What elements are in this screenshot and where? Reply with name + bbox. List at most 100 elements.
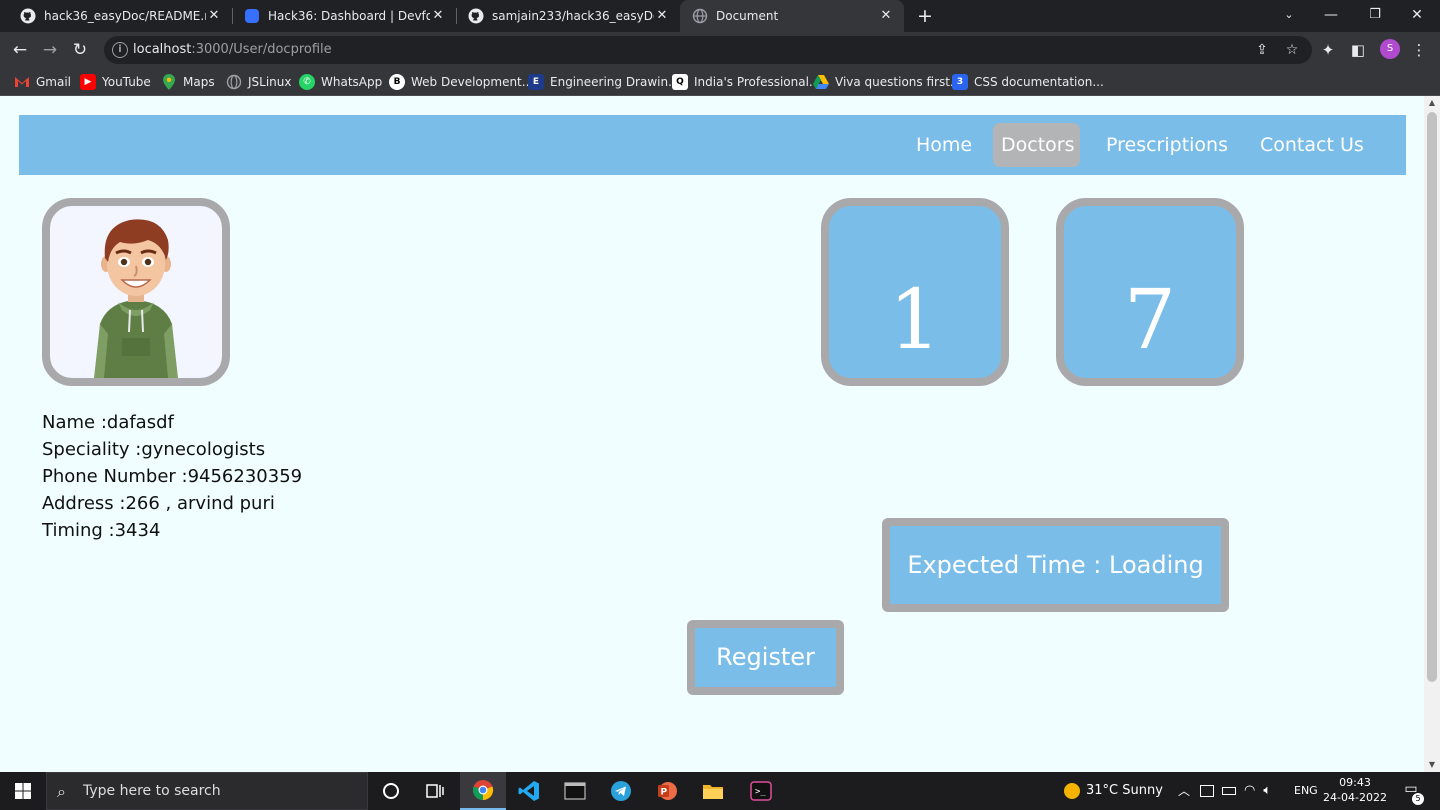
windows-start-icon[interactable] bbox=[0, 772, 46, 810]
doctor-avatar bbox=[42, 198, 230, 386]
screen: hack36_easyDoc/README.md at ✕ Hack36: Da… bbox=[0, 0, 1440, 810]
close-icon[interactable]: ✕ bbox=[878, 8, 894, 24]
gmail-icon bbox=[14, 74, 30, 90]
nav-link-contact-us[interactable]: Contact Us bbox=[1252, 123, 1372, 167]
bookmark-youtube[interactable]: ▶ YouTube bbox=[80, 72, 151, 92]
browser-tab-repo[interactable]: samjain233/hack36_easyDoc ✕ bbox=[456, 0, 680, 32]
expected-time-box: Expected Time : Loading bbox=[882, 518, 1229, 612]
devfolio-icon bbox=[244, 8, 260, 24]
bookmark-gmail[interactable]: Gmail bbox=[14, 72, 71, 92]
taskbar-search-box[interactable]: ⌕ Type here to search bbox=[46, 772, 368, 810]
github-icon bbox=[468, 8, 484, 24]
close-icon[interactable]: ✕ bbox=[654, 8, 670, 24]
notification-center-icon[interactable]: ▭ 5 bbox=[1400, 781, 1424, 805]
reload-icon[interactable]: ↻ bbox=[68, 38, 92, 62]
nav-link-doctors[interactable]: Doctors bbox=[993, 123, 1080, 167]
site-icon: B bbox=[389, 74, 405, 90]
file-explorer-taskbar-icon[interactable] bbox=[690, 772, 736, 810]
nav-link-home[interactable]: Home bbox=[908, 123, 980, 167]
nav-link-prescriptions[interactable]: Prescriptions bbox=[1098, 123, 1236, 167]
close-icon[interactable]: ✕ bbox=[206, 8, 222, 24]
drive-icon bbox=[813, 74, 829, 90]
bookmark-whatsapp[interactable]: ✆ WhatsApp bbox=[299, 72, 382, 92]
task-view-icon[interactable] bbox=[412, 772, 458, 810]
language-indicator[interactable]: ENG bbox=[1294, 772, 1318, 810]
battery-icon[interactable] bbox=[1222, 786, 1236, 795]
bookmark-jslinux[interactable]: JSLinux bbox=[226, 72, 292, 92]
whatsapp-icon: ✆ bbox=[299, 74, 315, 90]
share-icon[interactable]: ⇪ bbox=[1252, 40, 1272, 60]
browser-tab-readme[interactable]: hack36_easyDoc/README.md at ✕ bbox=[8, 0, 232, 32]
app-taskbar-icon[interactable]: >_ bbox=[738, 772, 784, 810]
volume-icon[interactable]: 🔈︎ bbox=[1263, 783, 1271, 798]
forward-arrow-icon[interactable]: → bbox=[38, 38, 62, 62]
doctor-speciality: Speciality :gynecologists bbox=[42, 439, 266, 460]
telegram-taskbar-icon[interactable] bbox=[598, 772, 644, 810]
tab-title: Document bbox=[716, 9, 779, 23]
bookmark-engineering-drawing[interactable]: E Engineering Drawin... bbox=[528, 72, 680, 92]
page-scrollbar[interactable]: ▲ ▼ bbox=[1424, 96, 1440, 772]
vscode-taskbar-icon[interactable] bbox=[506, 772, 552, 810]
weather-widget[interactable]: 31°C Sunny bbox=[1064, 772, 1163, 810]
tab-search-icon[interactable]: ⌄ bbox=[1266, 0, 1312, 32]
extensions-puzzle-icon[interactable]: ✦ bbox=[1318, 40, 1338, 60]
restore-button[interactable]: ❐ bbox=[1352, 0, 1398, 32]
bookmark-web-development[interactable]: B Web Development... bbox=[389, 72, 533, 92]
css-icon: 3 bbox=[952, 74, 968, 90]
tab-title: hack36_easyDoc/README.md at bbox=[44, 9, 206, 23]
register-button[interactable]: Register bbox=[687, 620, 844, 695]
bookmarks-bar: Gmail ▶ YouTube Maps JSLinux ✆ WhatsApp … bbox=[0, 68, 1440, 96]
wifi-icon[interactable]: ◠ bbox=[1244, 783, 1255, 798]
url-text[interactable]: localhost:3000/User/docprofile bbox=[133, 42, 332, 57]
site-icon: Q bbox=[672, 74, 688, 90]
close-icon[interactable]: ✕ bbox=[430, 8, 446, 24]
sun-icon bbox=[1064, 782, 1080, 799]
tab-title: samjain233/hack36_easyDoc bbox=[492, 9, 654, 23]
scroll-down-arrow-icon[interactable]: ▼ bbox=[1424, 758, 1440, 772]
browser-tab-strip: hack36_easyDoc/README.md at ✕ Hack36: Da… bbox=[0, 0, 1440, 32]
notification-count-badge: 5 bbox=[1412, 793, 1424, 805]
tray-icons: ◠ 🔈︎ bbox=[1200, 772, 1271, 810]
doctor-name: Name :dafasdf bbox=[42, 412, 174, 433]
browser-tab-devfolio[interactable]: Hack36: Dashboard | Devfolio ✕ bbox=[232, 0, 456, 32]
scrollbar-thumb[interactable] bbox=[1427, 112, 1437, 682]
site-icon: E bbox=[528, 74, 544, 90]
bookmark-viva-questions[interactable]: Viva questions first... bbox=[813, 72, 961, 92]
side-panel-icon[interactable]: ◧ bbox=[1348, 40, 1368, 60]
github-icon bbox=[20, 8, 36, 24]
search-icon: ⌕ bbox=[57, 782, 66, 801]
back-arrow-icon[interactable]: ← bbox=[8, 38, 32, 62]
page-viewport: Home Doctors Prescriptions Contact Us Na… bbox=[0, 96, 1424, 772]
menu-kebab-icon[interactable]: ⋮ bbox=[1409, 40, 1429, 60]
cortana-icon[interactable] bbox=[368, 772, 414, 810]
youtube-icon: ▶ bbox=[80, 74, 96, 90]
scroll-up-arrow-icon[interactable]: ▲ bbox=[1424, 96, 1440, 110]
cartoon-doctor-illustration bbox=[94, 219, 178, 378]
bookmark-css-documentation[interactable]: 3 CSS documentation... bbox=[952, 72, 1104, 92]
windows-taskbar: ⌕ Type here to search P >_ 31°C Sunny ︿ … bbox=[0, 772, 1440, 810]
show-hidden-icons-chevron-icon[interactable]: ︿ bbox=[1178, 772, 1190, 810]
profile-avatar[interactable]: S bbox=[1380, 39, 1400, 59]
new-tab-button[interactable]: + bbox=[914, 5, 936, 27]
bookmark-indias-professional[interactable]: Q India's Professional... bbox=[672, 72, 820, 92]
bookmark-star-icon[interactable]: ☆ bbox=[1282, 40, 1302, 60]
doctor-address: Address :266 , arvind puri bbox=[42, 493, 275, 514]
tab-title: Hack36: Dashboard | Devfolio bbox=[268, 9, 430, 23]
maps-icon bbox=[161, 74, 177, 90]
minimize-button[interactable]: — bbox=[1308, 0, 1354, 32]
address-bar[interactable]: i localhost:3000/User/docprofile ⇪ ☆ bbox=[104, 36, 1312, 64]
svg-text:P: P bbox=[661, 788, 668, 798]
doctor-timing: Timing :3434 bbox=[42, 520, 161, 541]
globe-icon bbox=[226, 74, 242, 90]
browser-tab-document[interactable]: Document ✕ bbox=[680, 0, 904, 32]
close-window-button[interactable]: ✕ bbox=[1394, 0, 1440, 32]
site-info-icon[interactable]: i bbox=[112, 42, 128, 58]
bookmark-maps[interactable]: Maps bbox=[161, 72, 215, 92]
stat-box-first: 1 bbox=[821, 198, 1009, 386]
taskbar-clock[interactable]: 09:43 24-04-2022 bbox=[1322, 775, 1388, 805]
chrome-taskbar-icon[interactable] bbox=[460, 772, 506, 810]
powerpoint-taskbar-icon[interactable]: P bbox=[644, 772, 690, 810]
terminal-taskbar-icon[interactable] bbox=[552, 772, 598, 810]
tray-app-icon[interactable] bbox=[1200, 784, 1214, 797]
site-navbar: Home Doctors Prescriptions Contact Us bbox=[19, 115, 1406, 175]
